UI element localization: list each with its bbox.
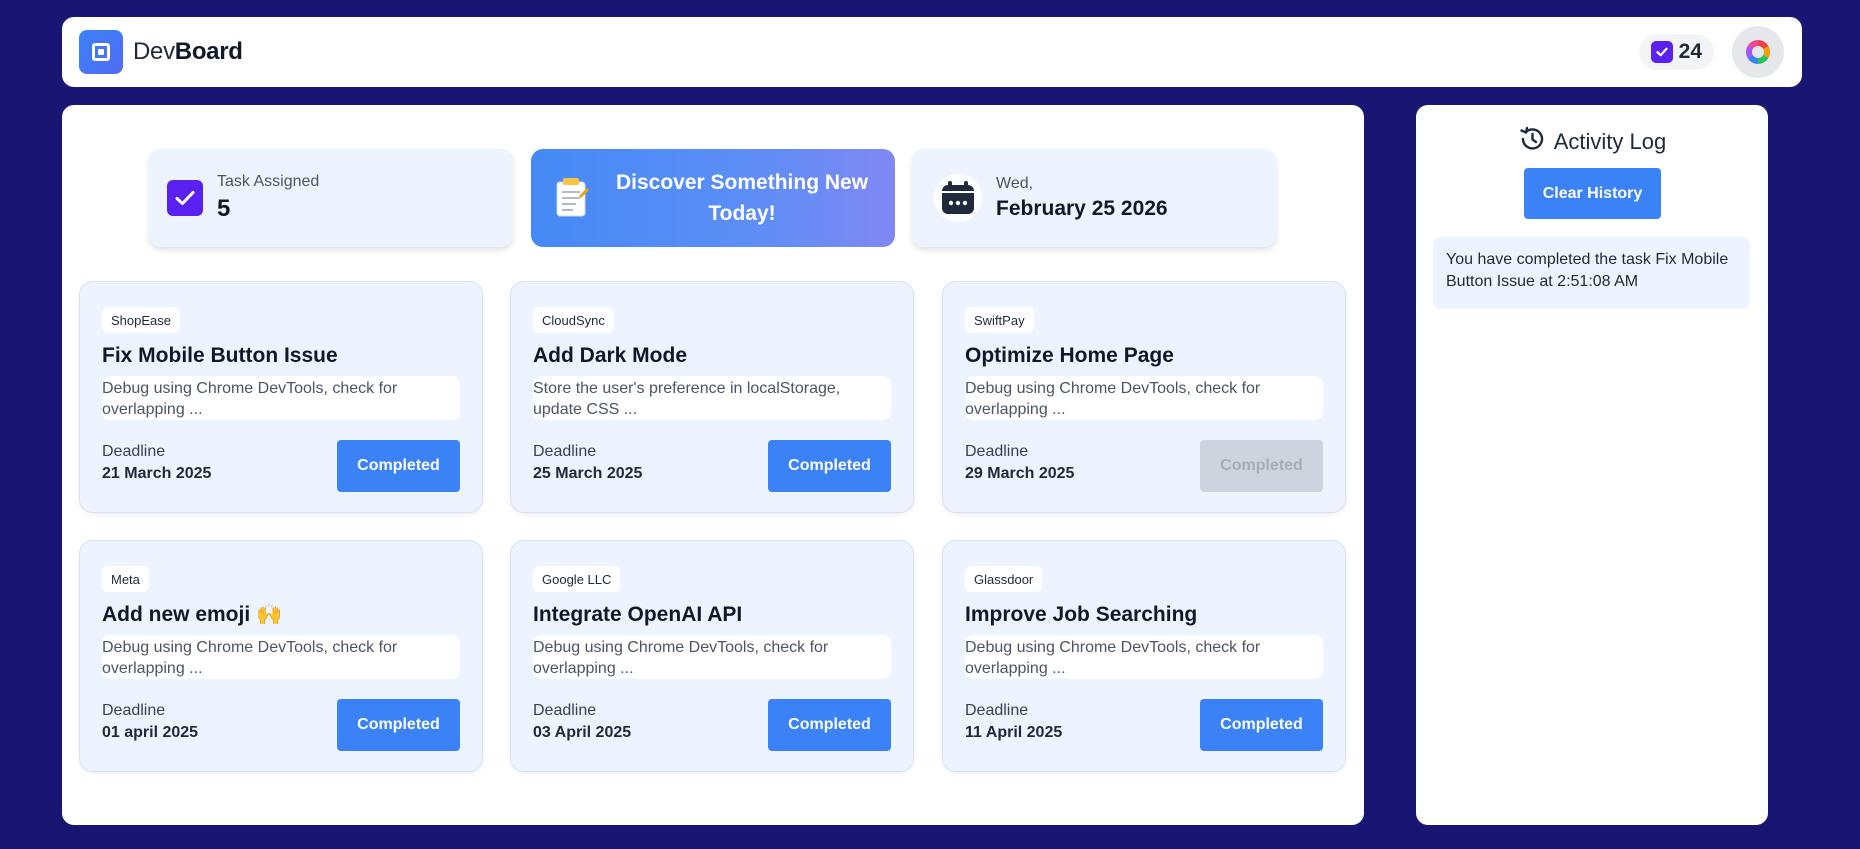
history-icon (1518, 125, 1546, 158)
task-description: Debug using Chrome DevTools, check for o… (965, 376, 1323, 420)
activity-log-title: Activity Log (1553, 128, 1667, 154)
deadline-date: 01 april 2025 (102, 724, 199, 741)
task-card: ShopEase Fix Mobile Button Issue Debug u… (79, 281, 483, 513)
task-card: Meta Add new emoji 🙌 Debug using Chrome … (79, 540, 483, 772)
discover-text: Discover Something New Today! (607, 167, 877, 229)
notepad-icon (553, 176, 591, 220)
main-panel: Task Assigned 5 Discover Something New T… (62, 105, 1364, 825)
company-tag: CloudSync (533, 307, 614, 333)
task-card: CloudSync Add Dark Mode Store the user's… (510, 281, 914, 513)
deadline-label: Deadline (533, 443, 597, 460)
discover-banner[interactable]: Discover Something New Today! (531, 149, 895, 247)
date-card: Wed, February 25 2026 (912, 149, 1276, 247)
task-assigned-card: Task Assigned 5 (149, 149, 513, 247)
header-right: 24 (1638, 26, 1784, 78)
activity-log-panel: Activity Log Clear History You have comp… (1416, 105, 1768, 825)
task-card: Glassdoor Improve Job Searching Debug us… (942, 540, 1346, 772)
brand-name-light: Dev (133, 38, 175, 65)
task-title: Optimize Home Page (965, 344, 1174, 367)
activity-log-header: Activity Log (1416, 125, 1768, 158)
company-tag: Google LLC (533, 566, 621, 592)
task-description: Debug using Chrome DevTools, check for o… (102, 635, 460, 679)
completed-count: 24 (1678, 40, 1702, 63)
completed-count-badge: 24 (1638, 34, 1714, 70)
check-icon (167, 180, 203, 216)
complete-button[interactable]: Completed (768, 699, 891, 751)
discover-line-1: Discover Something New (615, 171, 869, 194)
complete-button[interactable]: Completed (1200, 699, 1323, 751)
discover-line-2: Today! (708, 202, 776, 225)
task-description: Store the user's preference in localStor… (533, 376, 891, 420)
task-title: Add Dark Mode (533, 344, 688, 367)
brand[interactable]: DevBoard (79, 30, 243, 74)
deadline-date: 25 March 2025 (533, 465, 643, 482)
task-assigned-count: 5 (217, 195, 231, 222)
calendar-icon (934, 174, 982, 222)
deadline-label: Deadline (102, 702, 166, 719)
top-header: DevBoard 24 (62, 17, 1802, 87)
company-tag: ShopEase (102, 307, 180, 333)
weekday: Wed, (996, 175, 1034, 192)
complete-button[interactable]: Completed (768, 440, 891, 492)
task-card: SwiftPay Optimize Home Page Debug using … (942, 281, 1346, 513)
avatar[interactable] (1732, 26, 1784, 78)
task-card: Google LLC Integrate OpenAI API Debug us… (510, 540, 914, 772)
company-tag: Glassdoor (965, 566, 1043, 592)
deadline-date: 03 April 2025 (533, 724, 632, 741)
task-description: Debug using Chrome DevTools, check for o… (965, 635, 1323, 679)
task-description: Debug using Chrome DevTools, check for o… (102, 376, 460, 420)
deadline-label: Deadline (965, 702, 1029, 719)
task-assigned-label: Task Assigned (217, 173, 320, 190)
deadline-label: Deadline (533, 702, 597, 719)
deadline-date: 11 April 2025 (965, 724, 1063, 741)
task-title: Integrate OpenAI API (533, 603, 743, 626)
clear-history-button[interactable]: Clear History (1524, 168, 1661, 219)
log-entry: You have completed the task Fix Mobile B… (1433, 237, 1750, 309)
brand-name-bold: Board (174, 38, 243, 65)
complete-button[interactable]: Completed (337, 699, 460, 751)
deadline-label: Deadline (102, 443, 166, 460)
complete-button[interactable]: Completed (337, 440, 460, 492)
deadline-date: 21 March 2025 (102, 465, 212, 482)
brand-name: DevBoard (133, 38, 243, 66)
task-description: Debug using Chrome DevTools, check for o… (533, 635, 891, 679)
current-date: February 25 2026 (996, 197, 1168, 220)
task-title: Improve Job Searching (965, 603, 1198, 626)
check-icon (1650, 41, 1673, 63)
task-title: Add new emoji 🙌 (102, 603, 283, 626)
company-tag: Meta (102, 566, 149, 592)
square-logo-icon (79, 30, 123, 74)
color-wheel-icon (1746, 40, 1770, 64)
deadline-label: Deadline (965, 443, 1029, 460)
company-tag: SwiftPay (965, 307, 1034, 333)
task-title: Fix Mobile Button Issue (102, 344, 338, 367)
complete-button-disabled[interactable]: Completed (1200, 440, 1323, 492)
deadline-date: 29 March 2025 (965, 465, 1075, 482)
